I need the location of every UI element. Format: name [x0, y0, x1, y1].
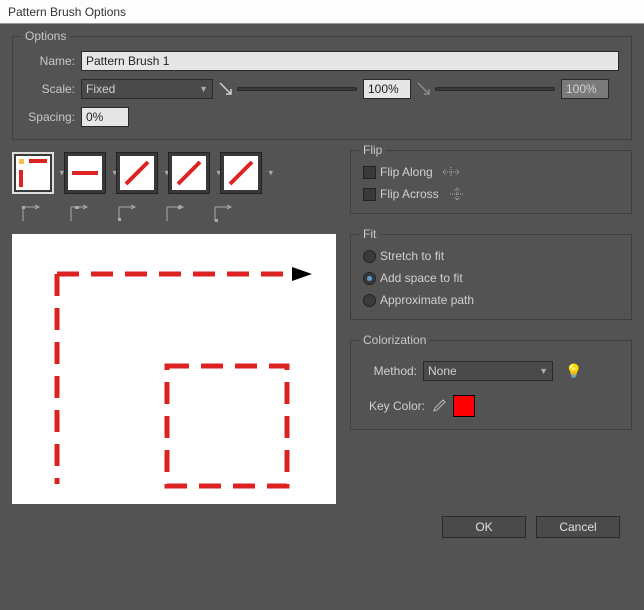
inner-corner-icon[interactable]: [114, 202, 138, 226]
name-label: Name:: [25, 54, 75, 68]
brush-preview: [12, 234, 336, 504]
keycolor-label: Key Color:: [363, 399, 425, 413]
outer-corner-icon[interactable]: [18, 202, 42, 226]
fit-approx-radio[interactable]: [363, 294, 376, 307]
flip-along-icon: [441, 165, 461, 179]
swatch-icon: [224, 156, 258, 190]
fit-approx-label: Approximate path: [380, 293, 474, 307]
fit-stretch-row: Stretch to fit: [363, 249, 619, 263]
method-value: None: [428, 364, 457, 378]
window-title: Pattern Brush Options: [8, 5, 126, 19]
method-label: Method:: [363, 364, 417, 378]
tile-start[interactable]: [168, 152, 210, 194]
tile-section: [12, 150, 336, 228]
flip-group-label: Flip: [359, 143, 386, 157]
spacing-input[interactable]: 0%: [81, 107, 129, 127]
flip-along-checkbox[interactable]: [363, 166, 376, 179]
fit-addspace-radio[interactable]: [363, 272, 376, 285]
options-group-label: Options: [21, 29, 70, 43]
fit-addspace-label: Add space to fit: [380, 271, 463, 285]
tips-icon[interactable]: 💡: [565, 363, 582, 380]
scale-mode-dropdown[interactable]: Fixed ▼: [81, 79, 213, 99]
colorization-group: Colorization Method: None ▼ 💡 Key Color:: [350, 340, 632, 430]
dialog-buttons: OK Cancel: [12, 504, 632, 538]
fit-group: Fit Stretch to fit Add space to fit Appr…: [350, 234, 632, 320]
colorization-group-label: Colorization: [359, 333, 430, 347]
scale-label: Scale:: [25, 82, 75, 96]
tile-end[interactable]: [220, 152, 262, 194]
slider-handle-icon: [417, 82, 431, 96]
tile-side[interactable]: [64, 152, 106, 194]
scale-row: Scale: Fixed ▼ 100% 100%: [25, 79, 619, 99]
side-tile-icon[interactable]: [66, 202, 90, 226]
flip-group: Flip Flip Along Flip Across: [350, 150, 632, 214]
scale-slider-2: [417, 82, 555, 96]
method-row: Method: None ▼ 💡: [363, 361, 619, 381]
slider-handle-icon: [219, 82, 233, 96]
flip-across-icon: [447, 187, 467, 201]
spacing-label: Spacing:: [25, 110, 75, 124]
flip-across-label: Flip Across: [380, 187, 439, 201]
flip-across-checkbox[interactable]: [363, 188, 376, 201]
lower-columns: Flip Flip Along Flip Across F: [12, 150, 632, 504]
tile-type-row: [12, 202, 336, 226]
name-row: Name:: [25, 51, 619, 71]
eyedropper-icon[interactable]: [431, 398, 447, 414]
ok-button[interactable]: OK: [442, 516, 526, 538]
cancel-button[interactable]: Cancel: [536, 516, 620, 538]
spacing-row: Spacing: 0%: [25, 107, 619, 127]
tile-inner-corner[interactable]: [116, 152, 158, 194]
flip-along-label: Flip Along: [380, 165, 433, 179]
fit-approx-row: Approximate path: [363, 293, 619, 307]
dialog-content: Options Name: Scale: Fixed ▼ 100%: [0, 24, 644, 550]
slider-track: [435, 87, 555, 91]
chevron-down-icon: ▼: [199, 84, 208, 94]
start-tile-icon[interactable]: [162, 202, 186, 226]
right-column: Flip Flip Along Flip Across F: [350, 150, 632, 504]
scale-value-2: 100%: [561, 79, 609, 99]
window-titlebar: Pattern Brush Options: [0, 0, 644, 24]
chevron-down-icon: ▼: [539, 366, 548, 376]
flip-along-row: Flip Along: [363, 165, 619, 179]
slider-track[interactable]: [237, 87, 357, 91]
fit-stretch-label: Stretch to fit: [380, 249, 444, 263]
fit-addspace-row: Add space to fit: [363, 271, 619, 285]
swatch-icon: [68, 156, 102, 190]
tile-row: [12, 152, 336, 194]
fit-group-label: Fit: [359, 227, 380, 241]
scale-mode-value: Fixed: [86, 82, 115, 96]
flip-across-row: Flip Across: [363, 187, 619, 201]
swatch-icon: [16, 156, 50, 190]
end-tile-icon[interactable]: [210, 202, 234, 226]
method-dropdown[interactable]: None ▼: [423, 361, 553, 381]
options-group: Options Name: Scale: Fixed ▼ 100%: [12, 36, 632, 140]
scale-slider-1[interactable]: [219, 82, 357, 96]
fit-stretch-radio[interactable]: [363, 250, 376, 263]
keycolor-swatch[interactable]: [453, 395, 475, 417]
swatch-icon: [120, 156, 154, 190]
swatch-icon: [172, 156, 206, 190]
scale-value-1[interactable]: 100%: [363, 79, 411, 99]
tile-outer-corner[interactable]: [12, 152, 54, 194]
name-input[interactable]: [81, 51, 619, 71]
left-column: [12, 150, 336, 504]
keycolor-row: Key Color:: [363, 395, 619, 417]
